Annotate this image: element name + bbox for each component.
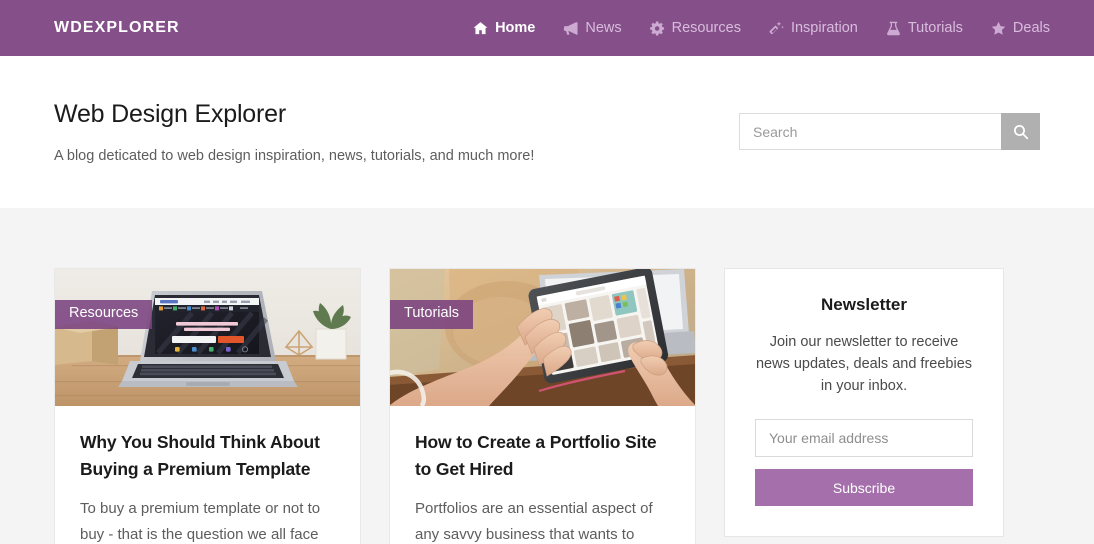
nav-label: Deals xyxy=(1012,19,1050,36)
post-excerpt: To buy a premium template or not to buy … xyxy=(80,499,321,544)
hands-using-tablet-photo xyxy=(390,269,695,406)
search-button[interactable] xyxy=(1001,113,1040,150)
laptop-on-desk-photo xyxy=(55,269,360,406)
flask-icon xyxy=(886,21,901,36)
home-icon xyxy=(473,21,488,36)
post-thumbnail: Tutorials xyxy=(390,269,695,406)
post-excerpt: Portfolios are an essential aspect of an… xyxy=(415,499,653,544)
nav-label: Tutorials xyxy=(907,19,963,36)
post-category-badge[interactable]: Tutorials xyxy=(390,300,474,329)
post-card[interactable]: Tutorials How to Create a Portfolio Site… xyxy=(389,268,696,544)
post-thumbnail: Resources xyxy=(55,269,360,406)
post-title[interactable]: How to Create a Portfolio Site to Get Hi… xyxy=(415,429,670,484)
newsletter-description: Join our newsletter to receive news upda… xyxy=(755,334,973,395)
bullhorn-icon xyxy=(563,21,578,36)
newsletter-widget: Newsletter Join our newsletter to receiv… xyxy=(724,268,1004,538)
main-content: Resources Why You Should Think About Buy… xyxy=(0,208,1094,544)
nav-label: News xyxy=(585,19,622,36)
search-icon xyxy=(1013,124,1029,140)
site-logo[interactable]: WDEXPLORER xyxy=(54,19,180,37)
magic-wand-icon xyxy=(769,20,784,36)
page-header: Web Design Explorer A blog deticated to … xyxy=(0,56,1094,208)
nav-item-resources[interactable]: Resources xyxy=(649,19,741,36)
nav-item-tutorials[interactable]: Tutorials xyxy=(886,21,963,36)
newsletter-email-input[interactable] xyxy=(755,419,973,458)
page-title: Web Design Explorer xyxy=(54,100,286,128)
post-category-badge[interactable]: Resources xyxy=(55,300,153,329)
subscribe-button[interactable]: Subscribe xyxy=(755,469,973,507)
nav-item-deals[interactable]: Deals xyxy=(991,21,1050,36)
nav-label: Home xyxy=(495,19,536,36)
nav-item-inspiration[interactable]: Inspiration xyxy=(769,21,858,36)
nav-label: Resources xyxy=(671,19,741,36)
post-body: Why You Should Think About Buying a Prem… xyxy=(55,406,360,544)
gear-icon xyxy=(649,20,665,36)
post-body: How to Create a Portfolio Site to Get Hi… xyxy=(390,406,695,544)
page-header-text: Web Design Explorer A blog deticated to … xyxy=(54,56,534,164)
search-input[interactable] xyxy=(739,113,1001,150)
top-navbar: WDEXPLORER Home News Resources Inspirati… xyxy=(0,0,1094,56)
page-subtitle: A blog deticated to web design inspirati… xyxy=(54,148,535,164)
nav-item-news[interactable]: News xyxy=(563,19,622,36)
newsletter-title: Newsletter xyxy=(821,295,907,314)
nav-label: Inspiration xyxy=(790,19,858,36)
main-navigation: Home News Resources Inspiration Tutorial xyxy=(473,21,1050,36)
star-icon xyxy=(991,21,1006,36)
search-box xyxy=(739,113,1040,150)
post-title[interactable]: Why You Should Think About Buying a Prem… xyxy=(80,429,335,484)
post-card[interactable]: Resources Why You Should Think About Buy… xyxy=(54,268,361,544)
nav-item-home[interactable]: Home xyxy=(473,21,535,36)
